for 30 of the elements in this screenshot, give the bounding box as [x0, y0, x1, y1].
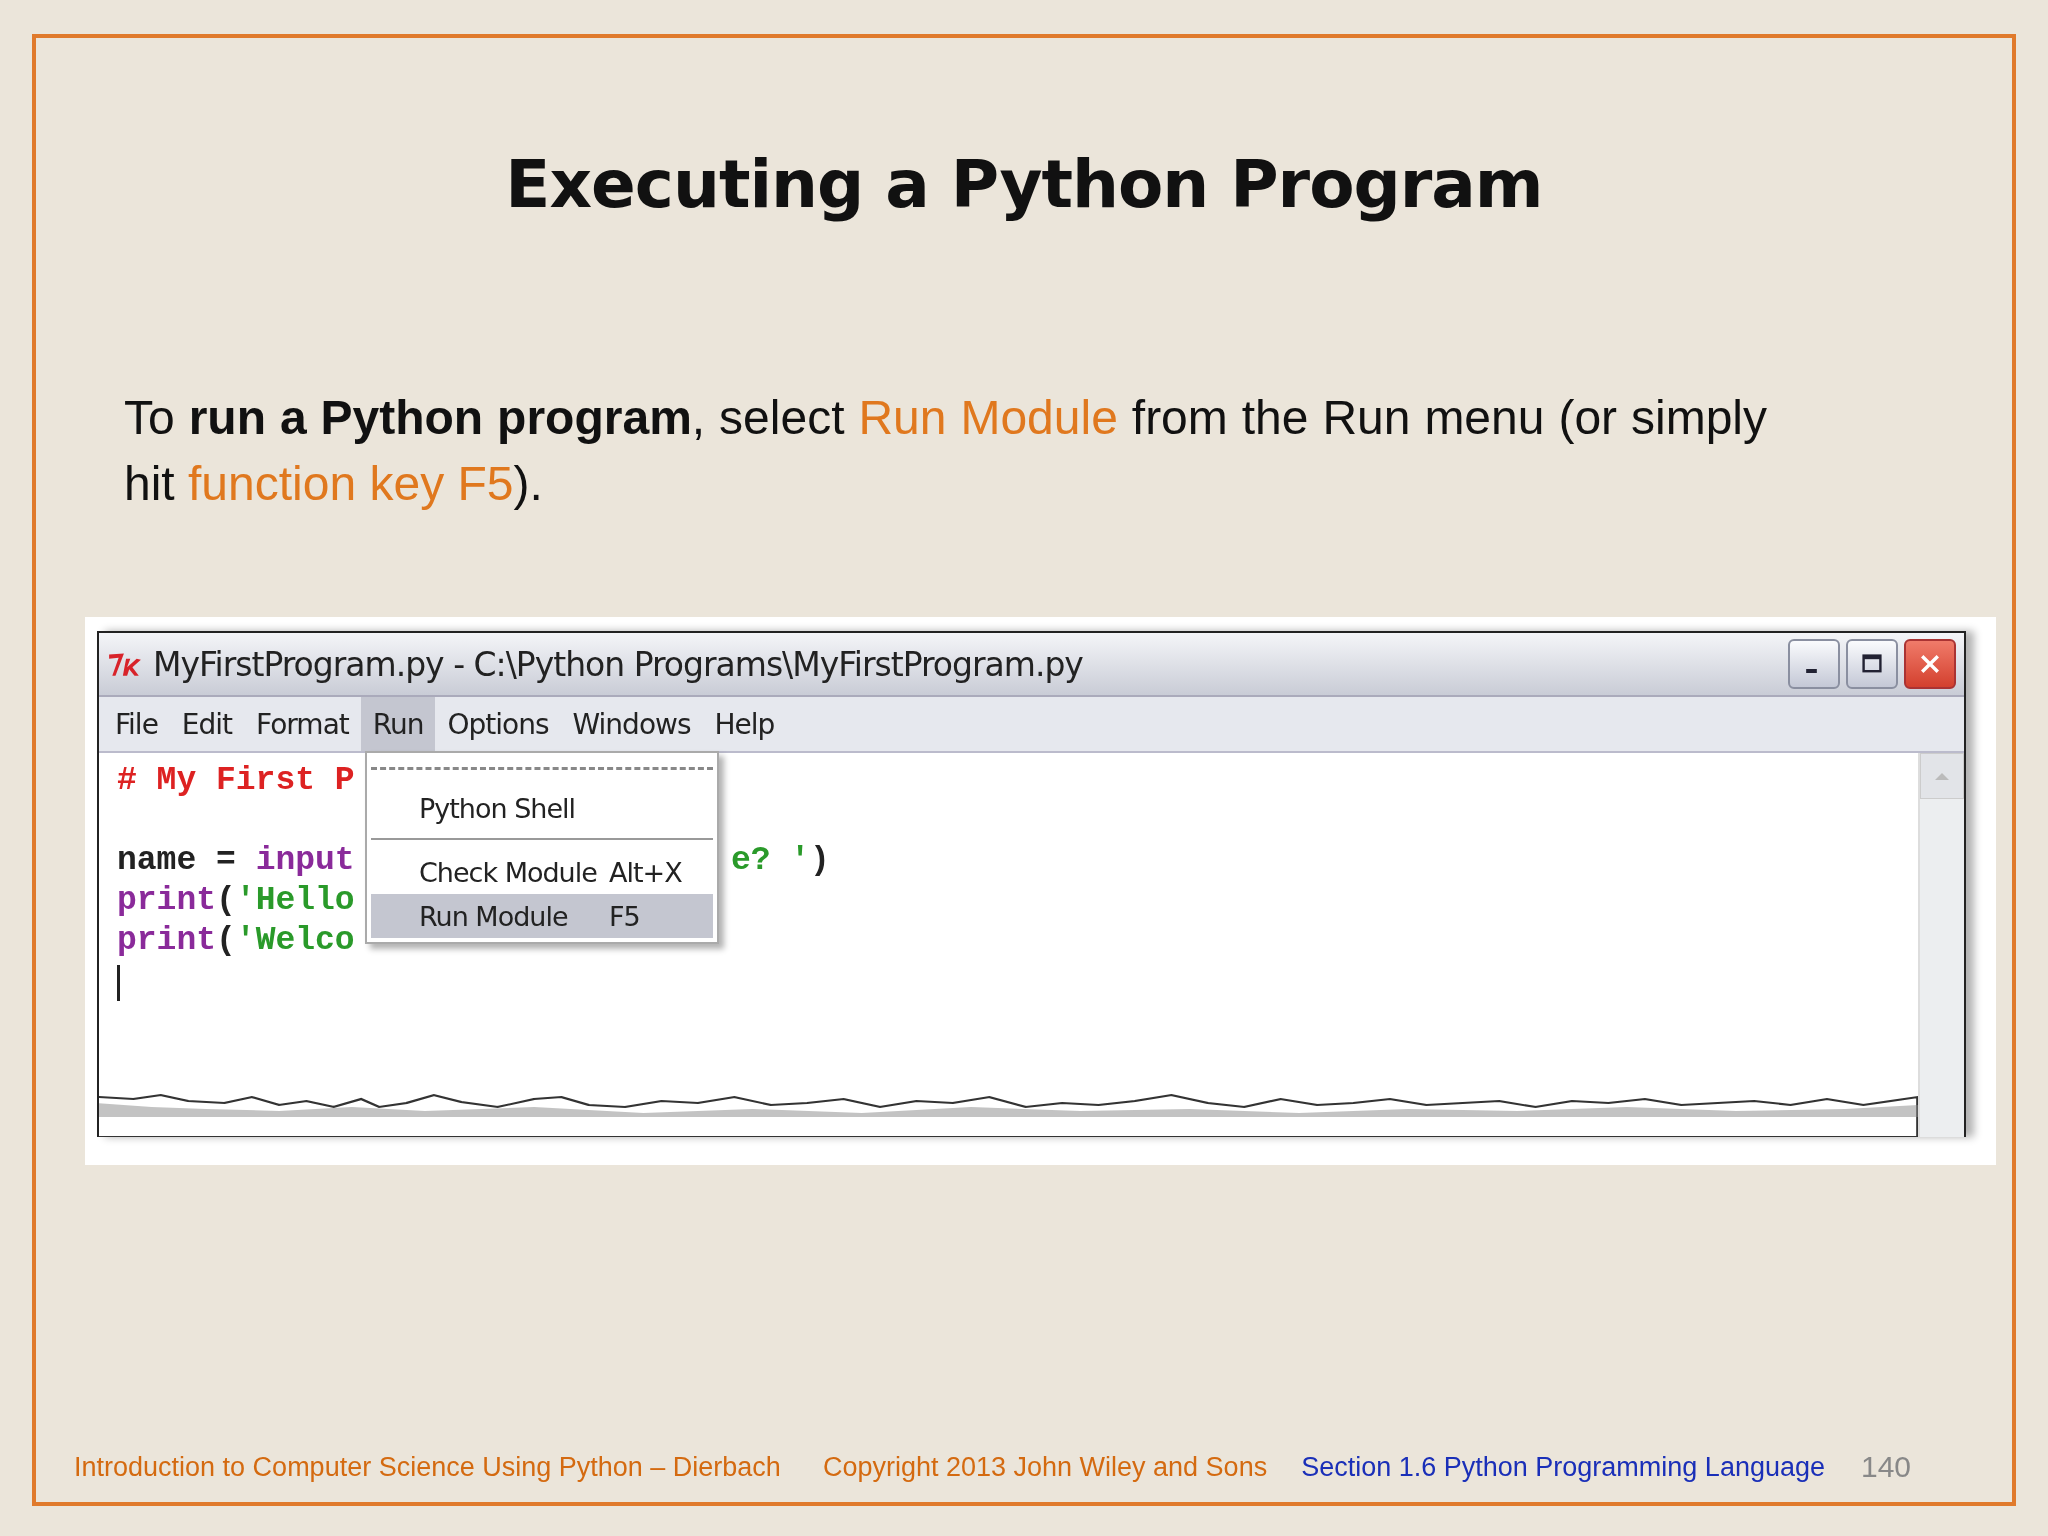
code-text: print('Hello [117, 881, 355, 921]
code-text: print('Welco [117, 921, 355, 961]
menu-item[interactable]: Run [360, 697, 436, 751]
code-text: name = input [117, 841, 355, 881]
menu-item[interactable]: Help [702, 697, 787, 751]
close-button[interactable] [1904, 639, 1956, 689]
menu-item[interactable]: Python Shell [371, 786, 713, 830]
footer-text: Section 1.6 Python Programming Language [1301, 1451, 1825, 1483]
tearoff-line[interactable] [371, 767, 713, 770]
feather-logo-icon [107, 650, 143, 678]
code-text: e? ') [730, 841, 830, 881]
footer-text: Copyright 2013 John Wiley and Sons [822, 1451, 1268, 1483]
scrollbar[interactable] [1918, 753, 1964, 1137]
window-title: MyFirstProgram.py - C:\Python Programs\MyFirstProgram.py [153, 644, 1084, 684]
menu-item[interactable]: Options [435, 697, 561, 751]
minimize-icon [1805, 669, 1817, 673]
footer-text: Introduction to Computer Science Using Python – Dierbach [74, 1451, 781, 1483]
menu-item[interactable]: File [103, 697, 170, 751]
menu-item[interactable]: Check Module Alt+X [371, 850, 713, 894]
minimize-button[interactable] [1788, 639, 1840, 689]
body-text: To run a Python program, select Run Module from the Run menu (or simply hit function key F5). [124, 390, 1768, 512]
menu-item[interactable]: Edit [169, 697, 245, 751]
menu-item[interactable]: Run Module F5 [371, 894, 713, 938]
text-cursor [117, 965, 120, 1001]
code-text: # My First P [117, 761, 355, 801]
menu-item[interactable]: Windows [560, 697, 703, 751]
slide-title: Executing a Python Program [504, 146, 1544, 223]
menu-item[interactable]: Format [244, 697, 361, 751]
page-number: 140 [1861, 1450, 1912, 1484]
maximize-button[interactable] [1846, 639, 1898, 689]
